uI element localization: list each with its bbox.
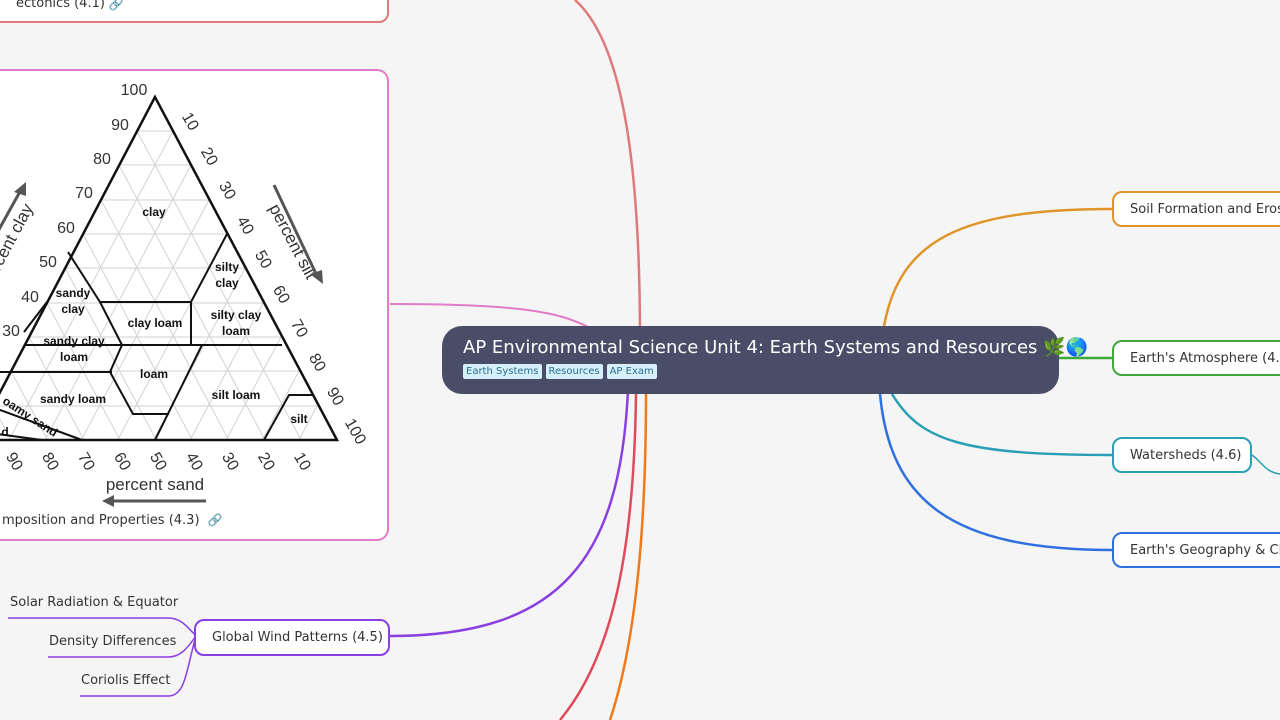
edge-watersheds-child — [1251, 454, 1280, 475]
region-label-silt-loam: silt loam — [212, 388, 261, 402]
tick-left-60: 60 — [57, 220, 75, 237]
tick-top: 100 — [121, 82, 148, 99]
root-title: AP Environmental Science Unit 4: Earth S… — [463, 337, 1088, 358]
tick-right-30: 30 — [215, 179, 239, 203]
soil-texture-triangle: clay silty clay sandy clay clay loam sil… — [0, 82, 369, 507]
tick-right-40: 40 — [233, 214, 257, 238]
tick-bottom-70: 70 — [74, 450, 98, 474]
tick-right-80: 80 — [305, 351, 329, 375]
link-icon[interactable]: 🔗 — [208, 513, 223, 527]
tick-right-20: 20 — [197, 145, 221, 169]
tick-bottom-20: 20 — [254, 450, 278, 474]
tick-left-90: 90 — [111, 117, 129, 134]
tick-bottom-30: 30 — [218, 450, 242, 474]
tick-right-100: 100 — [341, 416, 369, 448]
tick-left-30: 30 — [2, 323, 20, 340]
root-tags: Earth Systems Resources AP Exam — [463, 364, 1038, 379]
tick-right-90: 90 — [323, 385, 347, 409]
link-icon[interactable]: 🔗 — [109, 0, 124, 11]
node-atmosphere-label: Earth's Atmosphere (4.4) — [1130, 350, 1280, 366]
region-label-silty-clay-2: clay — [215, 276, 239, 290]
region-label-sandy-clay-2: clay — [61, 302, 85, 316]
edge-soil-formation — [882, 207, 1113, 327]
tick-bottom-10: 10 — [290, 450, 314, 474]
region-label-sandy-clay-1: sandy — [56, 286, 91, 300]
axis-label-clay: percent clay — [0, 200, 37, 290]
node-soil-composition[interactable]: clay silty clay sandy clay clay loam sil… — [0, 69, 389, 541]
node-plate-tectonics-label: ectonics (4.1) — [16, 0, 105, 11]
edge-plate-tectonics — [574, 0, 642, 341]
edge-geography — [878, 393, 1113, 552]
tick-left-70: 70 — [75, 185, 93, 202]
tick-bottom-60: 60 — [110, 450, 134, 474]
tick-left-80: 80 — [93, 151, 111, 168]
node-plate-tectonics[interactable]: ectonics (4.1) 🔗 — [0, 0, 389, 23]
region-label-sandy-clay-loam-1: sandy clay — [43, 334, 105, 348]
tag-earth-systems[interactable]: Earth Systems — [463, 364, 542, 379]
region-label-sandy-clay-loam-2: loam — [60, 350, 88, 364]
region-label-sand: d — [1, 425, 8, 439]
tick-bottom-50: 50 — [146, 450, 170, 474]
tick-right-60: 60 — [269, 283, 293, 307]
tick-bottom-90: 90 — [2, 450, 26, 474]
node-soil-formation-label: Soil Formation and Erosion — [1130, 201, 1280, 217]
tick-left-50: 50 — [39, 254, 57, 271]
edge-bottom-orange — [608, 393, 648, 720]
axis-label-sand: percent sand — [106, 475, 204, 494]
region-label-loam: loam — [140, 367, 168, 381]
node-global-wind-label: Global Wind Patterns (4.5) — [212, 630, 383, 645]
tick-right-50: 50 — [251, 248, 275, 272]
region-label-silty-clay-loam-2: loam — [222, 324, 250, 338]
region-label-sandy-loam: sandy loam — [40, 392, 106, 406]
leaf-density-differences[interactable]: Density Differences — [49, 634, 176, 649]
tick-left-40: 40 — [21, 289, 39, 306]
edge-global-wind — [389, 389, 630, 638]
tag-ap-exam[interactable]: AP Exam — [606, 364, 657, 379]
node-soil-composition-label: mposition and Properties (4.3) — [2, 513, 200, 528]
axis-label-silt: percent silt — [265, 201, 320, 283]
node-geography-climate[interactable]: Earth's Geography & Clim — [1112, 532, 1280, 568]
tick-right-10: 10 — [178, 110, 202, 134]
edge-watersheds — [890, 393, 1113, 457]
node-soil-formation[interactable]: Soil Formation and Erosion — [1112, 191, 1280, 227]
tick-bottom-40: 40 — [182, 450, 206, 474]
leaf-coriolis-effect[interactable]: Coriolis Effect — [81, 673, 170, 688]
node-watersheds[interactable]: Watersheds (4.6) — [1112, 437, 1252, 473]
region-label-clay-loam: clay loam — [128, 316, 183, 330]
edge-soil-composition — [389, 303, 591, 329]
node-global-wind[interactable]: Global Wind Patterns (4.5) — [194, 619, 390, 656]
node-watersheds-label: Watersheds (4.6) — [1130, 447, 1242, 463]
tick-bottom-80: 80 — [38, 450, 62, 474]
soil-composition-caption: mposition and Properties (4.3) 🔗 — [2, 513, 223, 528]
region-label-silty-clay-loam-1: silty clay — [211, 308, 262, 322]
leaf-solar-radiation[interactable]: Solar Radiation & Equator — [10, 595, 178, 610]
node-atmosphere[interactable]: Earth's Atmosphere (4.4) — [1112, 340, 1280, 376]
region-label-silt: silt — [290, 412, 307, 426]
node-geography-climate-label: Earth's Geography & Clim — [1130, 542, 1280, 558]
tick-right-70: 70 — [287, 317, 311, 341]
region-label-clay: clay — [142, 205, 166, 219]
tag-resources[interactable]: Resources — [545, 364, 603, 379]
region-label-silty-clay-1: silty — [215, 260, 239, 274]
root-node[interactable]: AP Environmental Science Unit 4: Earth S… — [442, 326, 1088, 394]
